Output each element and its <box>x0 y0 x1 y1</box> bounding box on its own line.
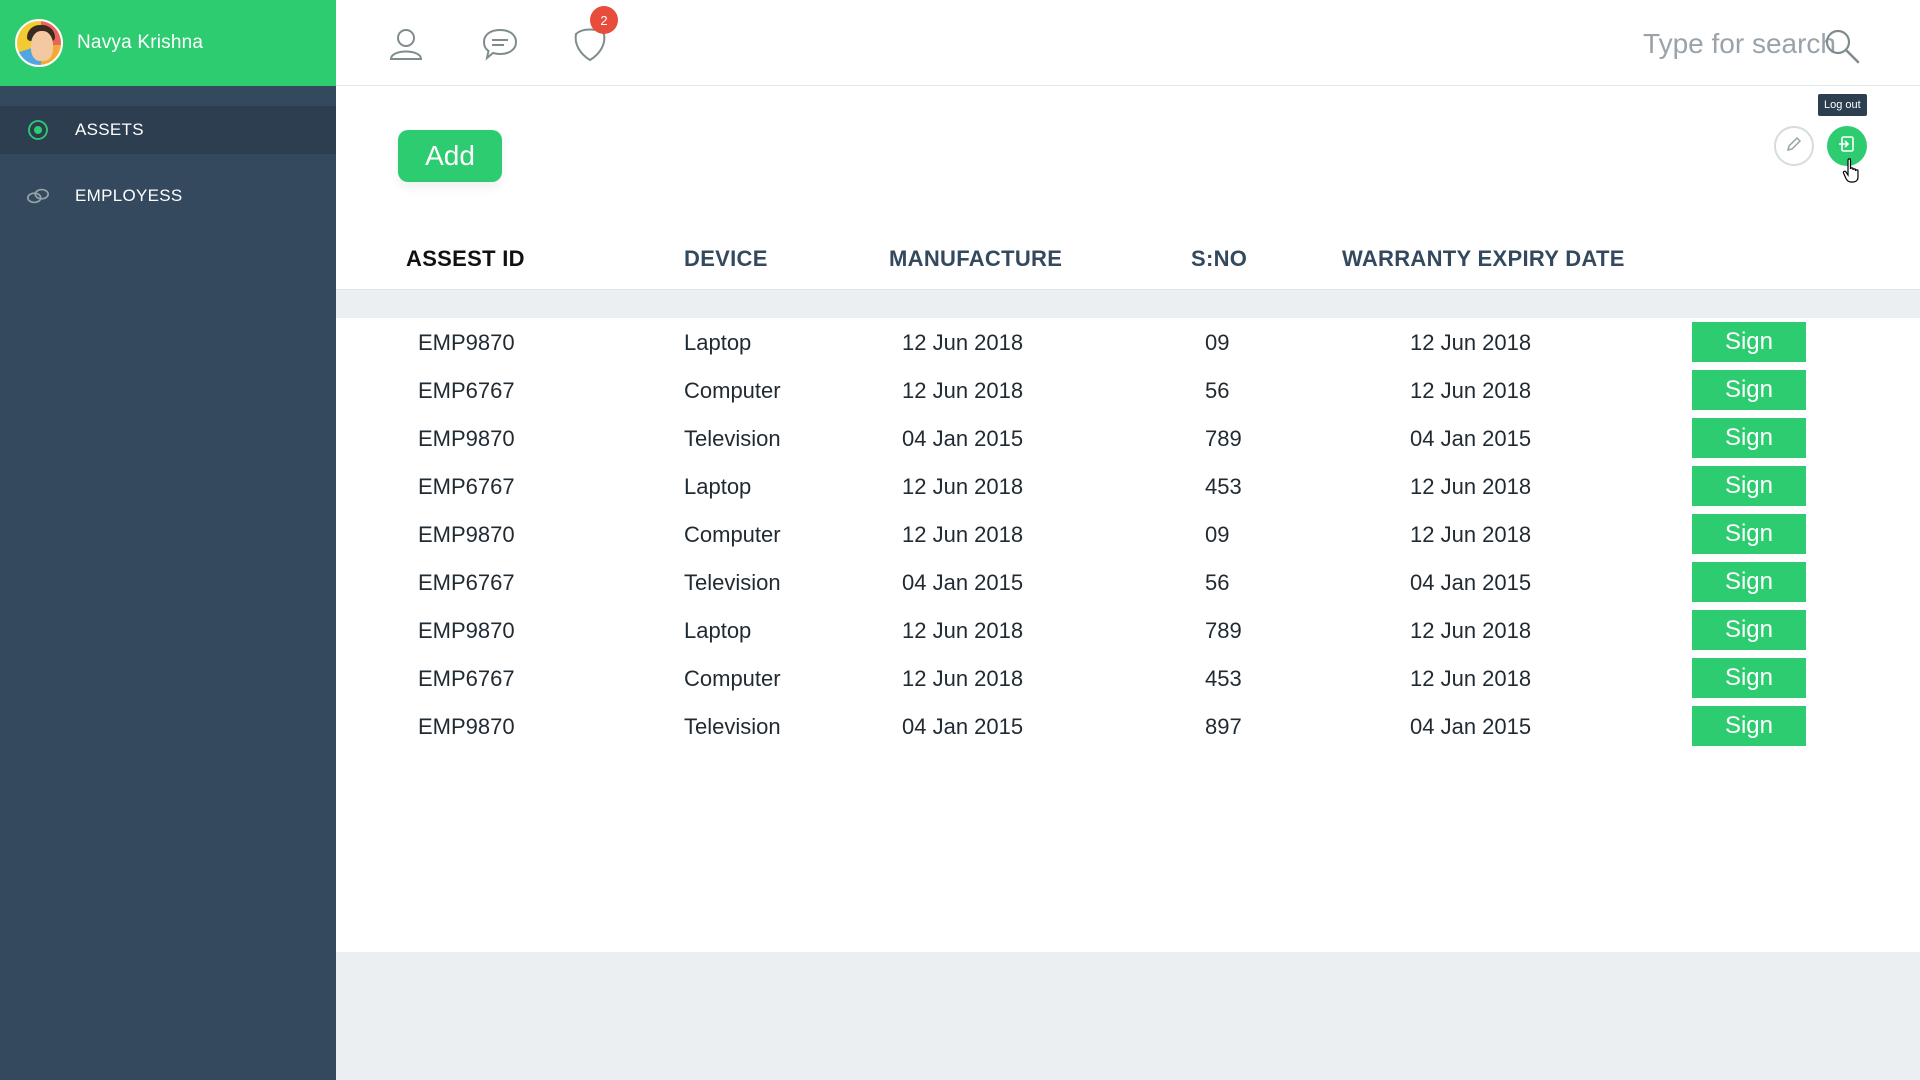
cell-warranty-date: 12 Jun 2018 <box>1410 618 1532 643</box>
top-bar: 2 <box>336 0 1920 86</box>
cell-sno: 09 <box>1205 522 1230 547</box>
column-header[interactable]: S:NO <box>1191 246 1247 272</box>
cell-manufacture: 12 Jun 2018 <box>902 474 1024 499</box>
cell-warranty-date: 04 Jan 2015 <box>1410 570 1532 595</box>
cell-asset-id: EMP9870 <box>418 714 515 739</box>
sign-button[interactable]: Sign <box>1692 706 1806 746</box>
cell-warranty-date: 12 Jun 2018 <box>1410 378 1532 403</box>
cell-asset-id: EMP6767 <box>418 378 515 403</box>
notification-icon[interactable]: 2 <box>570 6 618 64</box>
user-profile[interactable]: Navya Krishna <box>0 0 336 86</box>
cell-device: Television <box>684 714 781 739</box>
user-icon[interactable] <box>386 24 426 64</box>
table-row: EMP9870 Television 04 Jan 2015 897 04 Jan 20… <box>336 702 1920 750</box>
cell-asset-id: EMP9870 <box>418 618 515 643</box>
cell-warranty-date: 12 Jun 2018 <box>1410 474 1532 499</box>
pencil-icon <box>1784 134 1804 159</box>
header-divider <box>336 290 1920 318</box>
cell-asset-id: EMP9870 <box>418 426 515 451</box>
cell-asset-id: EMP6767 <box>418 666 515 691</box>
cell-manufacture: 12 Jun 2018 <box>902 618 1024 643</box>
cell-manufacture: 12 Jun 2018 <box>902 378 1024 403</box>
chat-icon[interactable] <box>480 24 520 64</box>
cell-sno: 453 <box>1205 666 1242 691</box>
avatar <box>15 19 63 67</box>
cell-manufacture: 12 Jun 2018 <box>902 522 1024 547</box>
sidebar-item-employess[interactable]: EMPLOYESS <box>0 172 336 220</box>
cell-warranty-date: 12 Jun 2018 <box>1410 666 1532 691</box>
cell-asset-id: EMP9870 <box>418 330 515 355</box>
cell-manufacture: 04 Jan 2015 <box>902 714 1024 739</box>
cell-manufacture: 04 Jan 2015 <box>902 426 1024 451</box>
add-button[interactable]: Add <box>398 130 502 182</box>
cell-warranty-date: 12 Jun 2018 <box>1410 522 1532 547</box>
sidebar-nav: ASSETS EMPLOYESS <box>0 106 336 220</box>
cell-device: Computer <box>684 522 781 547</box>
column-header[interactable]: DEVICE <box>684 246 768 272</box>
sign-button[interactable]: Sign <box>1692 370 1806 410</box>
sign-button[interactable]: Sign <box>1692 610 1806 650</box>
cell-warranty-date: 04 Jan 2015 <box>1410 714 1532 739</box>
cell-sno: 789 <box>1205 426 1242 451</box>
cell-manufacture: 12 Jun 2018 <box>902 330 1024 355</box>
cell-asset-id: EMP9870 <box>418 522 515 547</box>
main-content: Add Log out ASSEST ID DEVICE MANUFACTURE… <box>336 86 1920 952</box>
cell-warranty-date: 04 Jan 2015 <box>1410 426 1532 451</box>
sign-button[interactable]: Sign <box>1692 514 1806 554</box>
table-row: EMP9870 Laptop 12 Jun 2018 09 12 Jun 2018 Sig… <box>336 318 1920 366</box>
column-header[interactable]: MANUFACTURE <box>889 246 1062 272</box>
cell-sno: 56 <box>1205 378 1230 403</box>
sign-button[interactable]: Sign <box>1692 562 1806 602</box>
cell-device: Laptop <box>684 330 752 355</box>
table-row: EMP6767 Computer 12 Jun 2018 453 12 Jun 2018… <box>336 654 1920 702</box>
target-icon <box>26 118 50 142</box>
table-row: EMP6767 Computer 12 Jun 2018 56 12 Jun 2018 S… <box>336 366 1920 414</box>
sidebar: Navya Krishna ASSETS EMPLOYESS <box>0 0 336 1080</box>
cell-manufacture: 04 Jan 2015 <box>902 570 1024 595</box>
table-row: EMP6767 Laptop 12 Jun 2018 453 12 Jun 2018 Si… <box>336 462 1920 510</box>
table-body: EMP9870 Laptop 12 Jun 2018 09 12 Jun 2018 Sig… <box>336 318 1920 750</box>
cell-device: Computer <box>684 666 781 691</box>
edit-button[interactable] <box>1774 126 1814 166</box>
table-row: EMP9870 Laptop 12 Jun 2018 789 12 Jun 2018 Si… <box>336 606 1920 654</box>
cell-asset-id: EMP6767 <box>418 570 515 595</box>
table-header: ASSEST ID DEVICE MANUFACTURE S:NO WARRAN… <box>336 234 1920 290</box>
column-header[interactable]: ASSEST ID <box>406 246 525 272</box>
logout-tooltip: Log out <box>1818 94 1867 116</box>
search-icon[interactable] <box>1820 24 1864 68</box>
link-icon <box>26 184 50 208</box>
cell-sno: 56 <box>1205 570 1230 595</box>
user-name: Navya Krishna <box>77 32 204 53</box>
cell-asset-id: EMP6767 <box>418 474 515 499</box>
table-row: EMP9870 Television 04 Jan 2015 789 04 Jan 20… <box>336 414 1920 462</box>
column-header[interactable]: WARRANTY EXPIRY DATE <box>1342 246 1625 272</box>
table-row: EMP9870 Computer 12 Jun 2018 09 12 Jun 2018 S… <box>336 510 1920 558</box>
cell-warranty-date: 12 Jun 2018 <box>1410 330 1532 355</box>
cell-sno: 453 <box>1205 474 1242 499</box>
cell-sno: 897 <box>1205 714 1242 739</box>
logout-icon <box>1837 134 1857 159</box>
cell-device: Laptop <box>684 474 752 499</box>
cell-device: Computer <box>684 378 781 403</box>
sign-button[interactable]: Sign <box>1692 466 1806 506</box>
cell-device: Laptop <box>684 618 752 643</box>
footer-band <box>336 952 1920 1080</box>
cell-sno: 789 <box>1205 618 1242 643</box>
notification-badge: 2 <box>590 6 618 34</box>
cell-device: Television <box>684 570 781 595</box>
search-input[interactable] <box>1596 24 1836 64</box>
pointer-cursor-icon <box>1842 158 1862 184</box>
sign-button[interactable]: Sign <box>1692 418 1806 458</box>
cell-device: Television <box>684 426 781 451</box>
sign-button[interactable]: Sign <box>1692 322 1806 362</box>
sidebar-item-label: ASSETS <box>75 120 144 139</box>
sidebar-item-assets[interactable]: ASSETS <box>0 106 336 154</box>
sidebar-item-label: EMPLOYESS <box>75 186 183 205</box>
cell-sno: 09 <box>1205 330 1230 355</box>
sign-button[interactable]: Sign <box>1692 658 1806 698</box>
cell-manufacture: 12 Jun 2018 <box>902 666 1024 691</box>
table-row: EMP6767 Television 04 Jan 2015 56 04 Jan 201… <box>336 558 1920 606</box>
